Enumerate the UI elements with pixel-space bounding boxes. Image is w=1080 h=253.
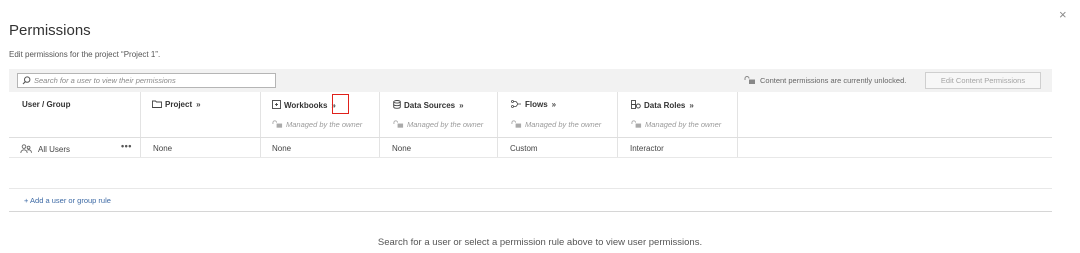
column-divider xyxy=(260,92,261,157)
column-header-data-roles: Data Roles» xyxy=(631,100,694,110)
cell-workbooks[interactable]: None xyxy=(272,144,291,153)
column-header-flows: Flows » xyxy=(511,100,556,109)
expand-column-button[interactable]: » xyxy=(689,101,693,110)
permissions-toolbar: Content permissions are currently unlock… xyxy=(9,69,1052,92)
column-label: Data Sources xyxy=(404,101,456,110)
workbook-icon xyxy=(272,100,281,109)
managed-by-owner-workbooks: Managed by the owner xyxy=(272,120,362,129)
add-user-or-group-rule-link[interactable]: + Add a user or group rule xyxy=(24,196,111,205)
column-divider xyxy=(617,92,618,157)
highlight-box xyxy=(332,94,349,114)
user-group-header: User / Group xyxy=(22,100,71,109)
unlocked-icon xyxy=(393,120,404,128)
lock-status-text: Content permissions are currently unlock… xyxy=(760,76,907,85)
dialog-subtitle: Edit permissions for the project “Projec… xyxy=(9,50,161,59)
unlocked-icon xyxy=(744,76,755,84)
managed-by-owner-data-sources: Managed by the owner xyxy=(393,120,483,129)
column-header-project: Project» xyxy=(152,100,201,109)
expand-column-button[interactable]: » xyxy=(552,100,556,109)
flows-icon xyxy=(511,100,521,108)
managed-by-owner-flows: Managed by the owner xyxy=(511,120,601,129)
row-divider xyxy=(9,188,1052,189)
expand-column-button[interactable]: » xyxy=(196,100,200,109)
managed-text: Managed by the owner xyxy=(407,120,484,129)
edit-content-permissions-button[interactable]: Edit Content Permissions xyxy=(925,72,1041,89)
dialog-title: Permissions xyxy=(9,22,91,39)
column-divider xyxy=(737,92,738,157)
cell-project[interactable]: None xyxy=(153,144,172,153)
managed-text: Managed by the owner xyxy=(525,120,602,129)
column-header-data-sources: Data Sources» xyxy=(393,100,464,110)
unlocked-icon xyxy=(511,120,522,128)
managed-text: Managed by the owner xyxy=(645,120,722,129)
cell-flows[interactable]: Custom xyxy=(510,144,538,153)
users-group-icon xyxy=(20,144,32,154)
managed-by-owner-data-roles: Managed by the owner xyxy=(631,120,721,129)
lock-status: Content permissions are currently unlock… xyxy=(744,76,906,85)
row-user-name: All Users xyxy=(38,145,71,154)
column-divider xyxy=(140,92,141,157)
column-label: Flows xyxy=(525,100,548,109)
close-icon[interactable]: × xyxy=(1059,8,1069,21)
column-label: Workbooks xyxy=(284,101,328,110)
data-source-icon xyxy=(393,100,401,109)
expand-column-button[interactable]: » xyxy=(459,101,463,110)
search-icon xyxy=(22,76,31,85)
search-input[interactable] xyxy=(34,74,270,87)
section-divider xyxy=(9,211,1052,212)
column-label: Data Roles xyxy=(644,101,686,110)
column-divider xyxy=(379,92,380,157)
folder-icon xyxy=(152,100,162,108)
managed-text: Managed by the owner xyxy=(286,120,363,129)
search-box xyxy=(17,73,276,88)
row-divider xyxy=(9,137,1052,138)
unlocked-icon xyxy=(631,120,642,128)
cell-data-sources[interactable]: None xyxy=(392,144,411,153)
permissions-hint: Search for a user or select a permission… xyxy=(377,237,703,248)
row-divider xyxy=(9,157,1052,158)
unlocked-icon xyxy=(272,120,283,128)
cell-data-roles[interactable]: Interactor xyxy=(630,144,664,153)
row-more-options-button[interactable]: ••• xyxy=(121,141,132,151)
column-header-workbooks: Workbooks» xyxy=(272,100,336,110)
data-roles-icon xyxy=(631,100,641,109)
column-label: Project xyxy=(165,100,193,109)
column-divider xyxy=(497,92,498,157)
table-row-all-users[interactable]: All Users xyxy=(20,144,70,154)
